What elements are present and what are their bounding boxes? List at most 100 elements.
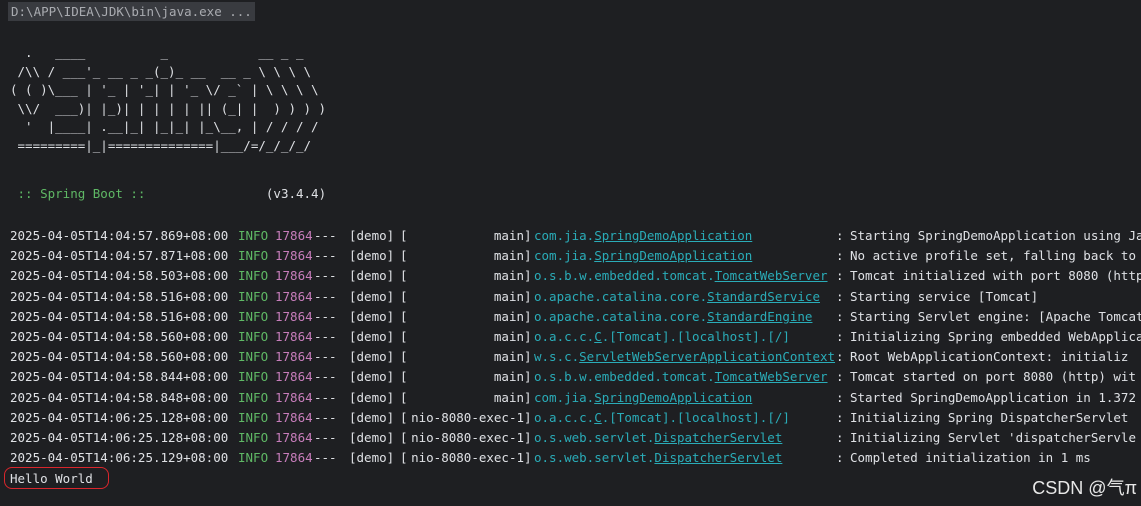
log-level: INFO — [238, 349, 269, 365]
log-timestamp: 2025-04-05T14:04:58.516+08:00 — [10, 308, 229, 324]
log-logger-link[interactable]: o.s.web.servlet.DispatcherServlet — [534, 448, 782, 468]
log-output: 2025-04-05T14:04:57.869+08:00 INFO 17864 --… — [10, 226, 1141, 468]
log-pid: 17864 — [275, 450, 313, 466]
log-thread-name: nio-8080-exec-1 — [411, 409, 524, 425]
log-separator: --- — [314, 389, 337, 405]
log-message: Root WebApplicationContext: initializ — [850, 349, 1129, 365]
log-pid: 17864 — [275, 429, 313, 445]
log-colon: : — [836, 248, 844, 264]
logger-class[interactable]: SpringDemoApplication — [594, 248, 752, 263]
log-thread-open-bracket: [ — [400, 389, 408, 405]
logger-package: o.apache.catalina.core. — [534, 288, 708, 304]
log-app-name: [demo] — [349, 228, 395, 243]
log-timestamp: 2025-04-05T14:06:25.129+08:00 — [10, 450, 229, 466]
log-logger-link[interactable]: w.s.c.ServletWebServerApplicationContext — [534, 347, 835, 367]
log-logger-link[interactable]: o.apache.catalina.core.StandardService — [534, 287, 820, 307]
logger-class[interactable]: C — [594, 410, 602, 425]
csdn-watermark: CSDN @气π — [1032, 478, 1137, 498]
logger-class[interactable]: DispatcherServlet — [654, 450, 782, 465]
log-thread-name: main — [493, 389, 524, 405]
spring-boot-label: :: Spring Boot :: — [10, 186, 146, 201]
log-pid: 17864 — [275, 288, 313, 304]
log-level: INFO — [238, 268, 269, 284]
log-row: 2025-04-05T14:06:25.128+08:00 INFO 17864 --… — [10, 428, 1141, 448]
logger-class[interactable]: C — [594, 329, 602, 344]
log-pid: 17864 — [275, 228, 313, 243]
log-logger-link[interactable]: com.jia.SpringDemoApplication — [534, 388, 752, 408]
log-app-name: [demo] — [349, 268, 395, 284]
logger-class[interactable]: SpringDemoApplication — [594, 228, 752, 243]
log-thread-open-bracket: [ — [400, 268, 408, 284]
log-thread-close-bracket: ] — [524, 429, 532, 445]
log-app-name: [demo] — [349, 308, 395, 324]
log-separator: --- — [314, 369, 337, 385]
logger-class[interactable]: StandardEngine — [707, 309, 812, 324]
log-thread: main — [400, 266, 524, 286]
log-separator: --- — [314, 268, 337, 284]
log-colon: : — [836, 450, 844, 466]
log-row: 2025-04-05T14:04:57.869+08:00 INFO 17864 --… — [10, 226, 1141, 246]
log-thread: main — [400, 388, 524, 408]
log-app-name: [demo] — [349, 248, 395, 264]
logger-package: o.s.b.w.embedded.tomcat. — [534, 369, 715, 385]
logger-package: com.jia. — [534, 248, 595, 264]
log-thread: main — [400, 307, 524, 327]
log-thread-close-bracket: ] — [524, 369, 532, 385]
program-output-line: Hello World — [10, 471, 93, 486]
log-level: INFO — [238, 308, 269, 324]
logger-class[interactable]: SpringDemoApplication — [594, 390, 752, 405]
log-thread-name: main — [493, 268, 524, 284]
log-separator: --- — [314, 288, 337, 304]
logger-class[interactable]: TomcatWebServer — [715, 268, 828, 283]
log-logger-link[interactable]: com.jia.SpringDemoApplication — [534, 226, 752, 246]
logger-class[interactable]: DispatcherServlet — [654, 430, 782, 445]
log-thread-name: main — [493, 288, 524, 304]
log-message: Tomcat initialized with port 8080 (http — [850, 268, 1141, 284]
log-timestamp: 2025-04-05T14:04:58.560+08:00 — [10, 349, 229, 365]
log-pid: 17864 — [275, 389, 313, 405]
log-separator: --- — [314, 450, 337, 466]
logger-package: o.apache.catalina.core. — [534, 308, 708, 324]
log-row: 2025-04-05T14:04:58.516+08:00 INFO 17864 --… — [10, 287, 1141, 307]
log-thread-close-bracket: ] — [524, 450, 532, 466]
log-pid: 17864 — [275, 268, 313, 284]
log-thread-close-bracket: ] — [524, 409, 532, 425]
log-message: No active profile set, falling back to — [850, 248, 1136, 264]
log-logger-link[interactable]: o.s.b.w.embedded.tomcat.TomcatWebServer — [534, 266, 828, 286]
log-thread-open-bracket: [ — [400, 369, 408, 385]
log-app-name: [demo] — [349, 429, 395, 445]
log-thread: main — [400, 347, 524, 367]
log-app-name: [demo] — [349, 409, 395, 425]
log-logger-link[interactable]: o.a.c.c.C.[Tomcat].[localhost].[/] — [534, 408, 790, 428]
log-thread-close-bracket: ] — [524, 268, 532, 284]
logger-package: o.s.web.servlet. — [534, 450, 655, 466]
log-level: INFO — [238, 248, 269, 264]
logger-class[interactable]: StandardService — [707, 289, 820, 304]
log-separator: --- — [314, 308, 337, 324]
log-timestamp: 2025-04-05T14:04:58.516+08:00 — [10, 288, 229, 304]
log-thread-open-bracket: [ — [400, 409, 408, 425]
run-command-line[interactable]: D:\APP\IDEA\JDK\bin\java.exe ... — [8, 2, 255, 21]
log-message: Starting SpringDemoApplication using Ja — [850, 228, 1141, 243]
log-message: Completed initialization in 1 ms — [850, 450, 1091, 466]
log-timestamp: 2025-04-05T14:04:57.871+08:00 — [10, 248, 229, 264]
log-logger-link[interactable]: com.jia.SpringDemoApplication — [534, 246, 752, 266]
log-logger-link[interactable]: o.s.b.w.embedded.tomcat.TomcatWebServer — [534, 367, 828, 387]
log-thread: nio-8080-exec-1 — [400, 408, 524, 428]
log-app-name: [demo] — [349, 288, 395, 304]
logger-class[interactable]: ServletWebServerApplicationContext — [579, 349, 835, 364]
log-app-name: [demo] — [349, 349, 395, 365]
log-timestamp: 2025-04-05T14:04:58.844+08:00 — [10, 369, 229, 385]
log-thread-close-bracket: ] — [524, 308, 532, 324]
log-row: 2025-04-05T14:06:25.129+08:00 INFO 17864 --… — [10, 448, 1141, 468]
log-thread: nio-8080-exec-1 — [400, 448, 524, 468]
log-logger-link[interactable]: o.s.web.servlet.DispatcherServlet — [534, 428, 782, 448]
log-level: INFO — [238, 389, 269, 405]
logger-class[interactable]: TomcatWebServer — [715, 369, 828, 384]
log-colon: : — [836, 328, 844, 344]
log-thread: main — [400, 367, 524, 387]
log-row: 2025-04-05T14:04:58.844+08:00 INFO 17864 --… — [10, 367, 1141, 387]
log-logger-link[interactable]: o.apache.catalina.core.StandardEngine — [534, 307, 812, 327]
log-logger-link[interactable]: o.a.c.c.C.[Tomcat].[localhost].[/] — [534, 327, 790, 347]
log-level: INFO — [238, 328, 269, 344]
